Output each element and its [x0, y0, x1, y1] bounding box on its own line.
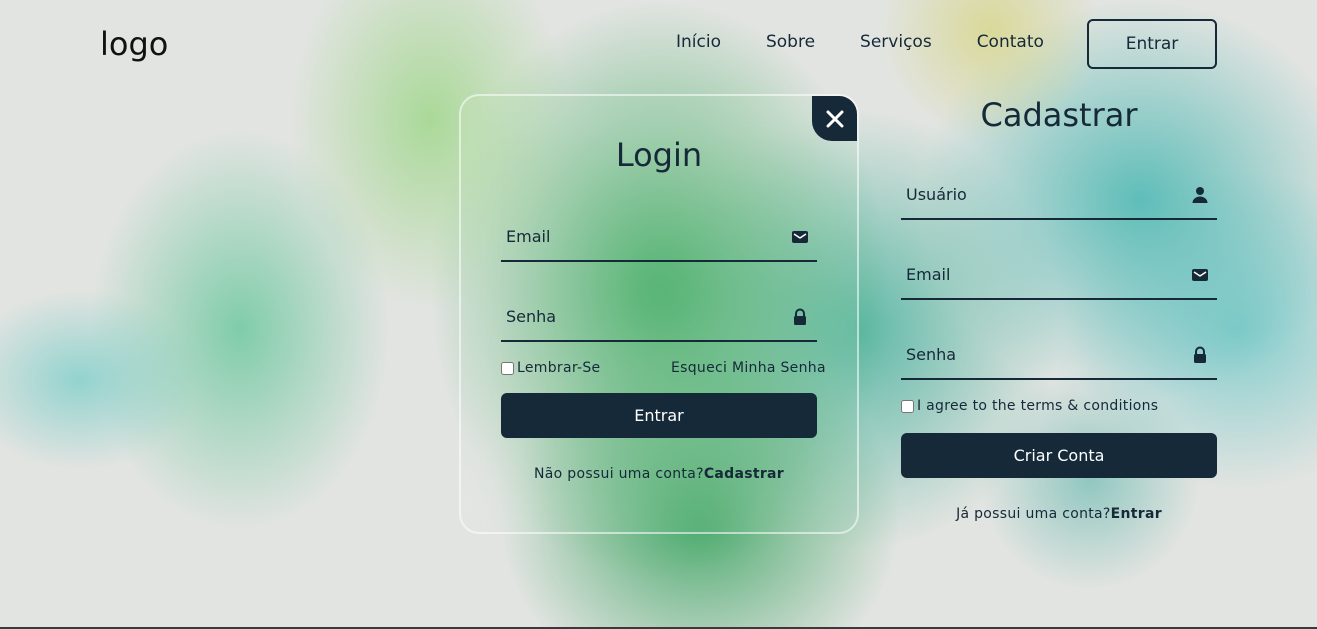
login-title: Login [615, 136, 703, 174]
terms-agreement[interactable]: I agree to the terms & conditions [901, 398, 1158, 414]
login-register-text: Não possui uma conta? [534, 466, 704, 482]
login-link[interactable]: Entrar [1111, 506, 1162, 522]
forgot-password-link[interactable]: Esqueci Minha Senha [671, 360, 826, 376]
register-login-text: Já possui uma conta? [956, 506, 1111, 522]
main-nav: Início Sobre Serviços Contato [676, 32, 1089, 52]
login-form-box: Login Lembrar-Se Esqueci Minha Senha Ent… [459, 94, 859, 534]
nav-link-contato[interactable]: Contato [977, 32, 1044, 52]
remember-label: Lembrar-Se [517, 360, 601, 376]
nav-link-sobre[interactable]: Sobre [766, 32, 815, 52]
login-email-input[interactable] [501, 212, 817, 260]
login-password-field [501, 292, 817, 342]
register-link[interactable]: Cadastrar [704, 466, 784, 482]
mail-icon [1192, 269, 1208, 281]
person-icon [1192, 187, 1208, 203]
remember-checkbox[interactable] [501, 361, 514, 375]
close-icon [826, 110, 843, 127]
login-register-prompt: Não possui uma conta?Cadastrar [461, 466, 857, 482]
register-email-field [901, 250, 1217, 300]
register-title: Cadastrar [980, 96, 1138, 134]
terms-label: I agree to the terms & conditions [917, 398, 1159, 414]
terms-checkbox[interactable] [901, 399, 914, 413]
close-button[interactable] [812, 96, 857, 141]
register-password-field [901, 330, 1217, 380]
register-username-field [901, 170, 1217, 220]
create-account-button[interactable]: Criar Conta [901, 433, 1217, 478]
register-login-prompt: Já possui uma conta?Entrar [901, 506, 1217, 522]
login-email-field [501, 212, 817, 262]
remember-me[interactable]: Lembrar-Se [501, 360, 600, 376]
login-submit-button[interactable]: Entrar [501, 393, 817, 438]
register-password-input[interactable] [901, 330, 1217, 378]
mail-icon [792, 231, 808, 243]
header-login-button[interactable]: Entrar [1087, 19, 1217, 69]
login-password-input[interactable] [501, 292, 817, 340]
nav-link-servicos[interactable]: Serviços [860, 32, 932, 52]
lock-icon [794, 308, 806, 325]
register-username-input[interactable] [901, 170, 1217, 218]
lock-icon [1194, 346, 1206, 363]
logo: logo [100, 25, 169, 63]
nav-link-inicio[interactable]: Início [676, 32, 721, 52]
register-email-input[interactable] [901, 250, 1217, 298]
